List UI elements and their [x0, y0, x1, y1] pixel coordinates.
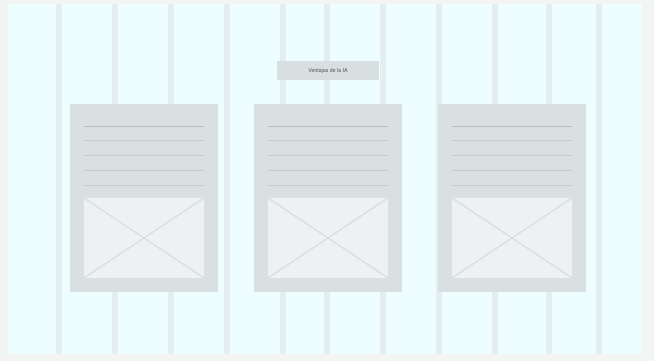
- card-text-line: [452, 170, 572, 171]
- section-title: Ventajas de la IA: [308, 67, 348, 74]
- card-text-line: [452, 140, 572, 141]
- card-heading-line: [268, 126, 388, 127]
- feature-card: [70, 104, 218, 292]
- feature-card: [438, 104, 586, 292]
- card-text-line: [84, 185, 204, 186]
- grid-column: [224, 4, 230, 354]
- card-text-line: [268, 155, 388, 156]
- image-placeholder-icon: [84, 198, 204, 278]
- grid-column: [56, 4, 62, 354]
- section-title-banner: Ventajas de la IA: [277, 61, 379, 80]
- image-placeholder-icon: [268, 198, 388, 278]
- card-text-line: [268, 185, 388, 186]
- card-text-line: [268, 140, 388, 141]
- card-heading-line: [452, 126, 572, 127]
- card-text-line: [84, 140, 204, 141]
- grid-column: [596, 4, 602, 354]
- card-text-line: [452, 155, 572, 156]
- card-text-line: [452, 185, 572, 186]
- wireframe-canvas: Ventajas de la IA: [8, 4, 642, 354]
- feature-card: [254, 104, 402, 292]
- card-text-line: [84, 155, 204, 156]
- card-text-line: [268, 170, 388, 171]
- image-placeholder-icon: [452, 198, 572, 278]
- card-heading-line: [84, 126, 204, 127]
- card-text-line: [84, 170, 204, 171]
